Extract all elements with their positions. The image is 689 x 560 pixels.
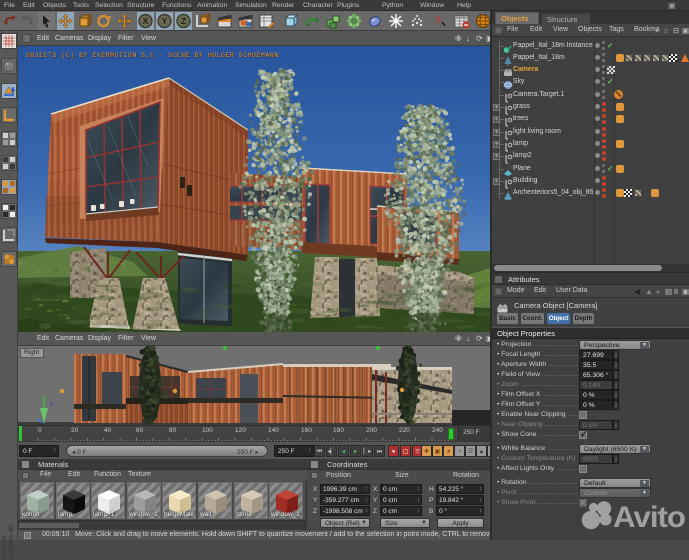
svg-text:z: z [50,402,53,408]
svg-text:OBJECTS (C) BY EVERMOTION S.C: OBJECTS (C) BY EVERMOTION S.C - SCENE BY… [26,52,279,59]
svg-text:Avito: Avito [613,501,686,534]
svg-text:Y: Y [162,16,168,26]
svg-text:X: X [143,16,149,26]
svg-text:?: ? [435,15,441,27]
svg-text:Z: Z [181,16,186,26]
